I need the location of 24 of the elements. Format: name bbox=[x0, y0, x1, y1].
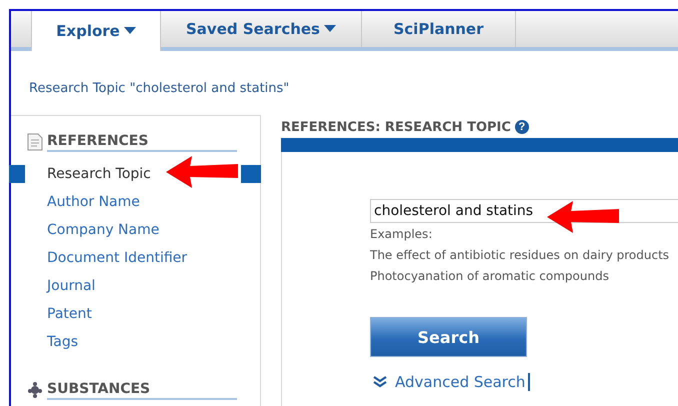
sidebar-item[interactable]: Company Name bbox=[47, 222, 160, 238]
section-heading: REFERENCES bbox=[47, 132, 237, 152]
sidebar-item[interactable]: Patent bbox=[47, 306, 92, 322]
example-text: The effect of antibiotic residues on dairy products bbox=[370, 248, 670, 262]
sidebar-item[interactable]: Document Identifier bbox=[47, 250, 188, 266]
sidebar-item[interactable]: Research Topic bbox=[47, 166, 151, 182]
nav-tab[interactable]: SciPlanner bbox=[362, 11, 516, 47]
selection-marker bbox=[241, 165, 261, 183]
sidebar-item[interactable]: Journal bbox=[47, 278, 96, 294]
section-heading: SUBSTANCES bbox=[47, 380, 237, 400]
molecule-icon bbox=[27, 381, 43, 399]
nav-tab[interactable]: Saved Searches bbox=[161, 11, 362, 47]
nav-tab[interactable]: Explore bbox=[31, 11, 161, 51]
help-icon[interactable]: ? bbox=[514, 120, 529, 134]
search-button[interactable]: Search bbox=[370, 317, 527, 357]
double-chevron-icon bbox=[373, 376, 387, 388]
examples-label: Examples: bbox=[370, 227, 434, 241]
breadcrumb: Research Topic "cholesterol and statins" bbox=[29, 81, 290, 98]
sidebar-item[interactable]: Author Name bbox=[47, 194, 140, 210]
document-icon bbox=[27, 133, 43, 151]
advanced-search-link[interactable]: Advanced Search bbox=[395, 373, 530, 391]
example-text: Photocyanation of aromatic compounds bbox=[370, 269, 610, 283]
sidebar-item[interactable]: Tags bbox=[47, 334, 78, 350]
panel-title: REFERENCES: RESEARCH TOPIC bbox=[281, 120, 511, 134]
